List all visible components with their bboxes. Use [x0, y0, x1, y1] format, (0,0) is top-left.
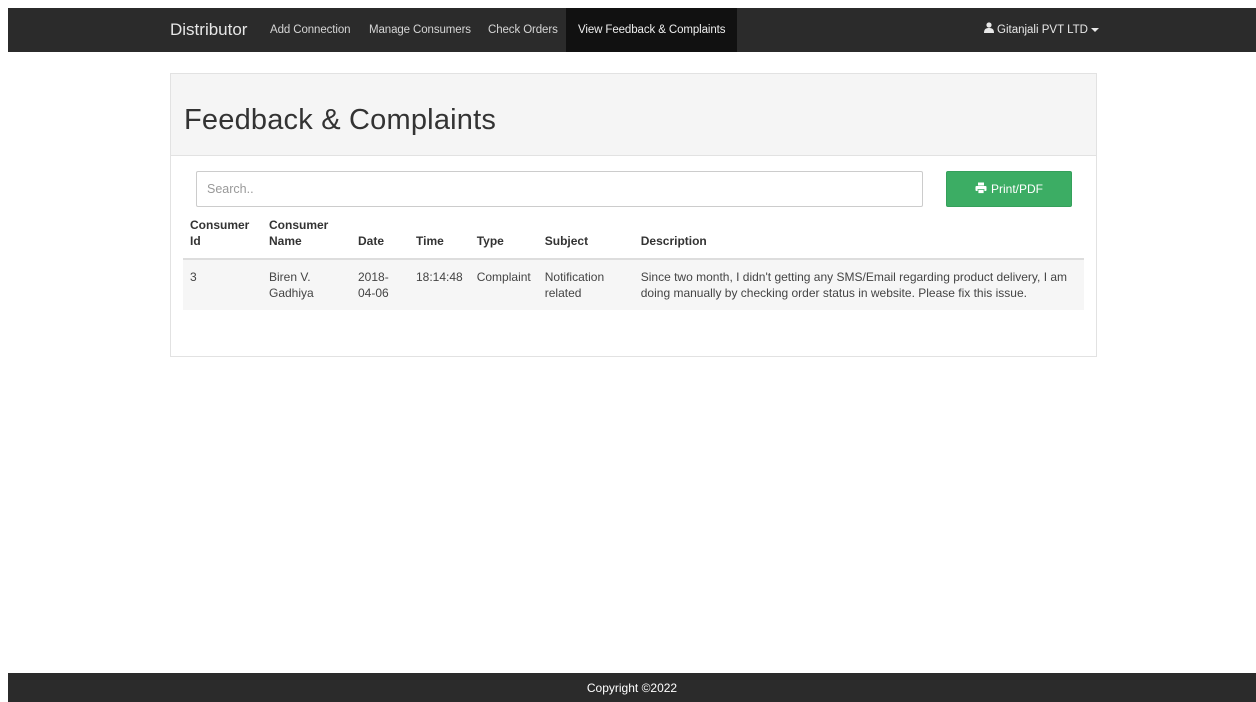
header-time[interactable]: Time [409, 217, 470, 260]
feedback-table: Consumer Id Consumer Name Date Time Type… [183, 217, 1084, 310]
nav-check-orders[interactable]: Check Orders [488, 8, 558, 52]
page-title: Feedback & Complaints [184, 104, 497, 136]
print-pdf-label: Print/PDF [990, 182, 1043, 196]
header-consumer-id[interactable]: Consumer Id [183, 217, 262, 260]
brand-link[interactable]: Distributor [170, 8, 247, 52]
header-consumer-name[interactable]: Consumer Name [262, 217, 351, 260]
printer-icon [975, 182, 987, 197]
copyright-text: Copyright ©2022 [586, 680, 678, 695]
top-navbar: Distributor Add Connection Manage Consum… [8, 8, 1256, 52]
header-subject[interactable]: Subject [537, 217, 634, 260]
user-icon [984, 8, 994, 52]
table-header-row: Consumer Id Consumer Name Date Time Type… [183, 217, 1084, 260]
feedback-panel: Feedback & Complaints Print/PDF Consumer… [170, 73, 1097, 357]
header-date[interactable]: Date [351, 217, 409, 260]
header-type[interactable]: Type [469, 217, 538, 260]
cell-description: Since two month, I didn't getting any SM… [633, 259, 1084, 310]
table-row[interactable]: 3 Biren V. Gadhiya 2018-04-06 18:14:48 C… [183, 259, 1084, 310]
print-pdf-button[interactable]: Print/PDF [946, 171, 1072, 207]
search-input[interactable] [196, 171, 923, 207]
nav-manage-consumers[interactable]: Manage Consumers [369, 8, 471, 52]
user-menu[interactable]: Gitanjali PVT LTD [984, 8, 1099, 52]
caret-down-icon [1090, 28, 1099, 32]
cell-consumer-name: Biren V. Gadhiya [262, 259, 351, 310]
nav-view-feedback-complaints[interactable]: View Feedback & Complaints [566, 8, 738, 52]
panel-heading: Feedback & Complaints [171, 74, 1096, 156]
cell-type: Complaint [469, 259, 538, 310]
cell-consumer-id: 3 [183, 259, 262, 310]
cell-time: 18:14:48 [409, 259, 470, 310]
cell-date: 2018-04-06 [351, 259, 409, 310]
nav-add-connection[interactable]: Add Connection [270, 8, 351, 52]
cell-subject: Notification related [537, 259, 634, 310]
header-description[interactable]: Description [633, 217, 1084, 260]
footer: Copyright ©2022 [8, 673, 1256, 702]
user-name: Gitanjali PVT LTD [997, 24, 1088, 37]
